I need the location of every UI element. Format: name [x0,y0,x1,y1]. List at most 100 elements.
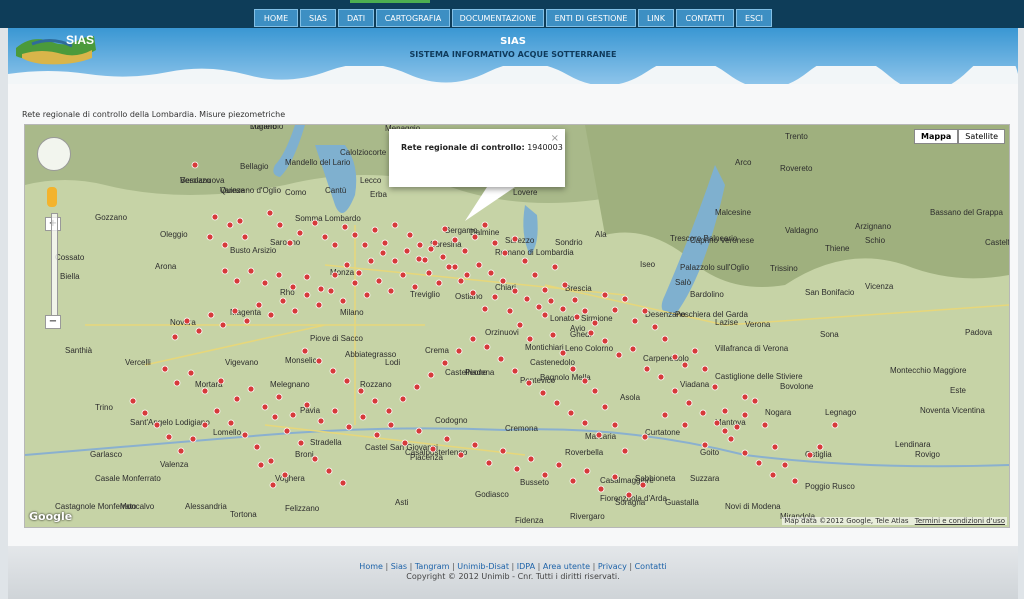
station-marker[interactable] [271,413,279,421]
station-marker[interactable] [643,365,651,373]
station-marker[interactable] [516,321,524,329]
station-marker[interactable] [691,347,699,355]
station-marker[interactable] [363,291,371,299]
station-marker[interactable] [291,307,299,315]
station-marker[interactable] [469,289,477,297]
station-marker[interactable] [267,311,275,319]
station-marker[interactable] [621,447,629,455]
station-marker[interactable] [165,433,173,441]
footer-link-area-utente[interactable]: Area utente [543,562,590,571]
station-marker[interactable] [375,277,383,285]
station-marker[interactable] [541,471,549,479]
station-marker[interactable] [206,233,214,241]
station-marker[interactable] [221,267,229,275]
station-marker[interactable] [487,269,495,277]
nav-item-documentazione[interactable]: DOCUMENTAZIONE [452,9,544,27]
station-marker[interactable] [351,231,359,239]
station-marker[interactable] [581,377,589,385]
zoom-slider[interactable] [51,213,58,325]
station-marker[interactable] [327,287,335,295]
station-marker[interactable] [539,389,547,397]
station-marker[interactable] [527,455,535,463]
station-marker[interactable] [406,231,414,239]
station-marker[interactable] [641,433,649,441]
station-marker[interactable] [551,263,559,271]
station-marker[interactable] [591,387,599,395]
station-marker[interactable] [631,317,639,325]
station-marker[interactable] [639,481,647,489]
station-marker[interactable] [339,479,347,487]
station-marker[interactable] [331,271,339,279]
station-marker[interactable] [587,329,595,337]
station-marker[interactable] [547,297,555,305]
station-marker[interactable] [219,321,227,329]
station-marker[interactable] [226,221,234,229]
station-marker[interactable] [506,307,514,315]
station-marker[interactable] [791,477,799,485]
station-marker[interactable] [443,435,451,443]
station-marker[interactable] [581,419,589,427]
station-marker[interactable] [481,305,489,313]
station-marker[interactable] [321,233,329,241]
station-marker[interactable] [341,223,349,231]
station-marker[interactable] [427,245,435,253]
station-marker[interactable] [303,273,311,281]
station-marker[interactable] [457,451,465,459]
station-marker[interactable] [555,461,563,469]
station-marker[interactable] [317,417,325,425]
station-marker[interactable] [247,385,255,393]
station-marker[interactable] [416,241,424,249]
station-marker[interactable] [475,261,483,269]
station-marker[interactable] [315,301,323,309]
station-marker[interactable] [806,451,814,459]
station-marker[interactable] [531,271,539,279]
station-marker[interactable] [771,443,779,451]
station-marker[interactable] [501,249,509,257]
station-marker[interactable] [161,365,169,373]
nav-item-sias[interactable]: SIAS [300,9,336,27]
station-marker[interactable] [413,383,421,391]
station-marker[interactable] [343,377,351,385]
station-marker[interactable] [701,365,709,373]
station-marker[interactable] [217,377,225,385]
station-marker[interactable] [681,361,689,369]
station-marker[interactable] [141,409,149,417]
station-marker[interactable] [399,395,407,403]
station-marker[interactable] [427,371,435,379]
station-marker[interactable] [241,431,249,439]
station-marker[interactable] [357,387,365,395]
station-marker[interactable] [513,465,521,473]
station-marker[interactable] [581,307,589,315]
station-marker[interactable] [257,461,265,469]
station-marker[interactable] [243,317,251,325]
station-marker[interactable] [661,335,669,343]
nav-item-dati[interactable]: DATI [338,9,374,27]
footer-link-tangram[interactable]: Tangram [415,562,450,571]
station-marker[interactable] [211,213,219,221]
station-marker[interactable] [671,353,679,361]
station-marker[interactable] [741,393,749,401]
station-marker[interactable] [189,435,197,443]
station-marker[interactable] [129,397,137,405]
station-marker[interactable] [595,431,603,439]
station-marker[interactable] [279,297,287,305]
station-marker[interactable] [755,459,763,467]
station-marker[interactable] [391,221,399,229]
station-marker[interactable] [303,291,311,299]
station-marker[interactable] [385,407,393,415]
station-marker[interactable] [367,257,375,265]
nav-item-contatti[interactable]: CONTATTI [676,9,734,27]
footer-link-privacy[interactable]: Privacy [598,562,627,571]
station-marker[interactable] [601,403,609,411]
station-marker[interactable] [387,287,395,295]
station-marker[interactable] [355,269,363,277]
station-marker[interactable] [541,311,549,319]
terms-link[interactable]: Termini e condizioni d'uso [915,517,1005,525]
station-marker[interactable] [451,263,459,271]
station-marker[interactable] [445,263,453,271]
station-marker[interactable] [399,271,407,279]
station-marker[interactable] [343,261,351,269]
station-marker[interactable] [511,287,519,295]
station-marker[interactable] [471,233,479,241]
station-marker[interactable] [373,431,381,439]
